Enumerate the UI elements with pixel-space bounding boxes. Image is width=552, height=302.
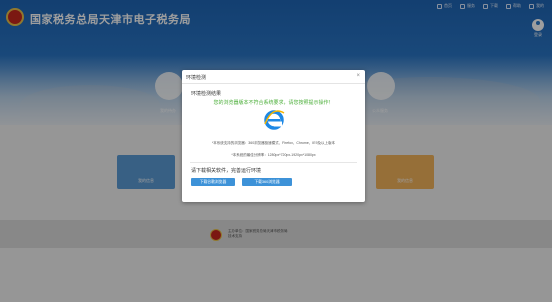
- divider: [190, 162, 357, 163]
- resolution-note: *本系统的最佳分辨率：1280px*720px-1920px*1080px: [231, 153, 316, 157]
- status-message: 您的浏览器版本不符合系统要求，请您按照提示操作！: [213, 100, 334, 106]
- download-chrome-button[interactable]: 下载谷歌浏览器: [191, 178, 235, 186]
- ie-browser-icon: [264, 110, 285, 130]
- environment-check-dialog: 环境检测 × 环境检测结果 您的浏览器版本不符合系统要求，请您按照提示操作！ *…: [182, 70, 365, 202]
- dialog-title: 环境检测: [186, 75, 207, 81]
- download-title: 请下载相关软件，完善运行环境: [191, 168, 262, 174]
- supported-browsers-note: *本系统支持的浏览器：360浏览器极速模式、Firefox、Chrome、IE9…: [211, 141, 336, 145]
- download-360-button[interactable]: 下载360浏览器: [242, 178, 292, 186]
- close-icon[interactable]: ×: [356, 73, 360, 79]
- dialog-header: 环境检测 ×: [182, 70, 365, 84]
- section-title: 环境检测结果: [191, 91, 222, 97]
